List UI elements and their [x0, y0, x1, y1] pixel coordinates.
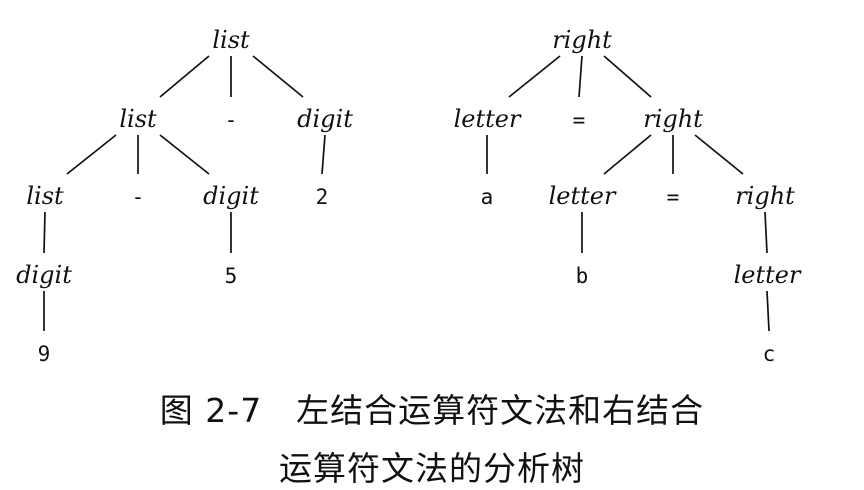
tree-edge-list3-digit3 [43, 211, 46, 254]
tree-node-minus1: - [225, 108, 238, 132]
tree-edge-right1-letter1 [508, 55, 561, 98]
tree-edge-right1-eq1 [578, 55, 583, 98]
tree-node-eq1: = [573, 108, 586, 132]
tree-node-letter3: letter [734, 261, 802, 289]
tree-node-b: b [576, 264, 589, 288]
tree-node-a: a [481, 185, 494, 209]
tree-edge-list1-list2 [159, 55, 210, 98]
tree-node-digit3: digit [16, 261, 72, 289]
tree-node-eq2: = [667, 185, 680, 209]
tree-edge-letter3-c [766, 290, 770, 332]
tree-node-minus2: - [132, 185, 145, 209]
tree-edge-list2-digit2 [159, 134, 210, 175]
tree-edge-right1-right2 [603, 55, 652, 98]
tree-nodes: list list - digit list - digit 2 digit 5 9 right let… [16, 26, 802, 366]
tree-edge-right3-letter3 [764, 211, 768, 254]
figure-caption-line-2: 运算符文法的分析树 [279, 449, 585, 488]
tree-node-digit2: digit [203, 182, 259, 210]
tree-node-right2: right [643, 105, 703, 133]
tree-edges [43, 55, 770, 332]
tree-edge-right2-right3 [694, 134, 744, 175]
tree-node-list3: list [26, 182, 64, 210]
tree-node-letter2: letter [549, 182, 617, 210]
tree-edge-list1-digit1 [252, 55, 304, 98]
tree-node-right3: right [735, 182, 795, 210]
tree-edge-digit1-two [321, 134, 326, 175]
tree-node-letter1: letter [454, 105, 522, 133]
tree-node-right1: right [552, 26, 612, 54]
tree-node-digit1: digit [297, 105, 353, 133]
tree-edge-list2-list3 [66, 134, 117, 175]
tree-node-list2: list [119, 105, 157, 133]
tree-node-list1: list [212, 26, 250, 54]
tree-node-two: 2 [316, 185, 329, 209]
tree-node-c: c [763, 342, 776, 366]
figure-caption-line-1: 图 2-7 左结合运算符文法和右结合 [159, 391, 705, 430]
tree-node-five: 5 [225, 264, 238, 288]
tree-edge-right2-letter2 [603, 134, 652, 175]
tree-node-nine: 9 [38, 342, 51, 366]
